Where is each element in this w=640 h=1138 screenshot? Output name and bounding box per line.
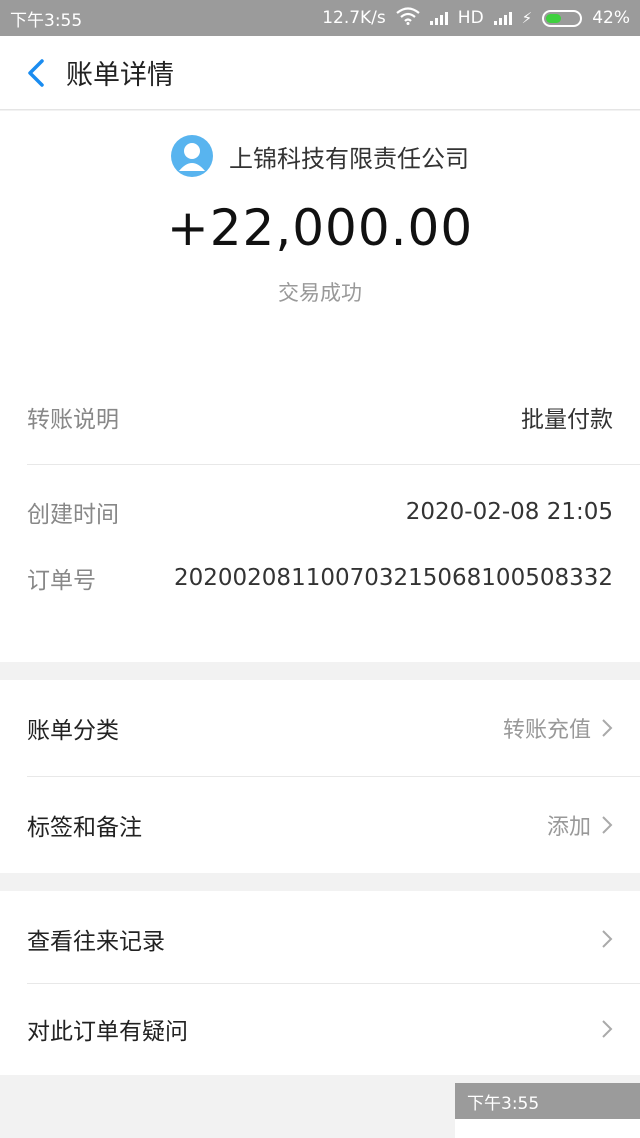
row-label: 对此订单有疑问 <box>27 1019 188 1045</box>
detail-row-remark: 转账说明 批量付款 <box>27 400 613 434</box>
hd-label: HD <box>457 8 484 28</box>
row-label: 账单分类 <box>27 718 119 744</box>
signal-icon <box>429 11 448 25</box>
net-speed: 12.7K/s <box>322 8 386 28</box>
page-title: 账单详情 <box>66 60 174 91</box>
row-label: 查看往来记录 <box>27 929 165 955</box>
wifi-icon <box>396 6 420 30</box>
row-label: 标签和备注 <box>27 815 142 841</box>
tags-notes-row[interactable]: 标签和备注 添加 <box>0 777 640 873</box>
battery-percent: 42% <box>592 8 630 28</box>
row-value: 添加 <box>546 815 591 840</box>
view-history-row[interactable]: 查看往来记录 <box>0 891 640 987</box>
overlay-time: 下午3:55 <box>455 1083 640 1119</box>
detail-row-order-number: 订单号 202002081100703215068100508332 <box>27 561 613 595</box>
transaction-status: 交易成功 <box>278 281 362 305</box>
merchant: 上锦科技有限责任公司 <box>0 135 640 177</box>
bottom-strip <box>455 1119 640 1138</box>
status-bar: 下午3:55 12.7K/s HD ⚡ 42% <box>0 0 640 36</box>
status-time: 下午3:55 <box>10 10 83 31</box>
battery-icon <box>542 9 583 27</box>
divider <box>27 464 640 465</box>
app-header: 账单详情 <box>0 36 640 110</box>
detail-value: 批量付款 <box>521 407 613 433</box>
detail-label: 创建时间 <box>27 502 119 528</box>
merchant-name: 上锦科技有限责任公司 <box>229 144 469 173</box>
status-indicators: 12.7K/s HD ⚡ 42% <box>322 6 630 30</box>
detail-label: 转账说明 <box>27 407 119 433</box>
chevron-right-icon <box>601 815 613 835</box>
detail-row-created-time: 创建时间 2020-02-08 21:05 <box>27 495 613 529</box>
chevron-right-icon <box>601 718 613 738</box>
bill-category-row[interactable]: 账单分类 转账充值 <box>0 680 640 776</box>
bill-summary: 上锦科技有限责任公司 +22,000.00 交易成功 转账说明 批量付款 创建时… <box>0 111 640 662</box>
signal-icon-2 <box>493 11 512 25</box>
transaction-amount: +22,000.00 <box>166 199 474 257</box>
detail-label: 订单号 <box>27 568 96 594</box>
row-right: 转账充值 <box>503 712 613 744</box>
order-question-row[interactable]: 对此订单有疑问 <box>0 983 640 1075</box>
back-arrow-icon[interactable] <box>6 36 66 110</box>
detail-value: 2020-02-08 21:05 <box>405 499 613 525</box>
bill-actions-card: 账单分类 转账充值 标签和备注 添加 <box>0 680 640 873</box>
charging-icon: ⚡ <box>521 9 533 27</box>
row-value: 转账充值 <box>502 718 591 743</box>
detail-value: 202002081100703215068100508332 <box>174 565 613 591</box>
order-actions-card: 查看往来记录 对此订单有疑问 <box>0 891 640 1075</box>
avatar-user-icon <box>171 135 213 177</box>
chevron-right-icon <box>601 1019 613 1039</box>
row-right: 添加 <box>547 809 613 841</box>
chevron-right-icon <box>601 929 613 949</box>
page: 下午3:55 12.7K/s HD ⚡ 42% 账单详情 上锦科技有限责任公司 … <box>0 0 640 1138</box>
